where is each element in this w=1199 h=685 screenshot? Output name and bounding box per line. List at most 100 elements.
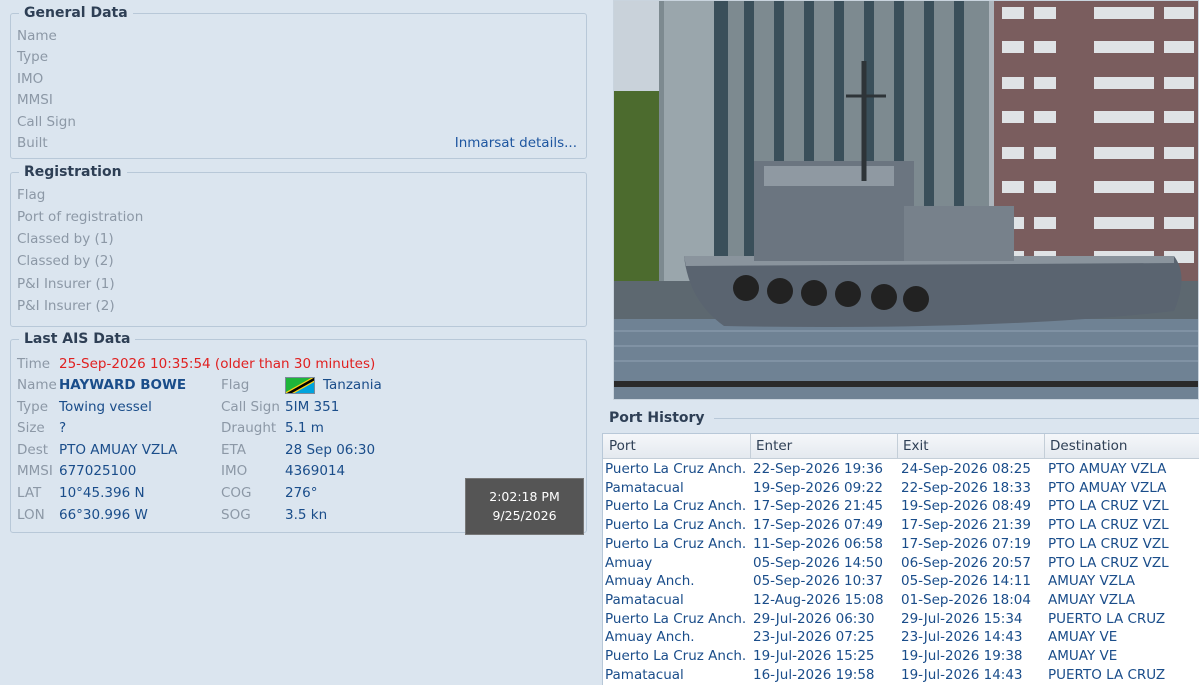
cell-port: Puerto La Cruz Anch. [605, 648, 747, 664]
ais-imo-value: 4369014 [285, 463, 346, 479]
table-row[interactable]: Puerto La Cruz Anch. 17-Sep-2026 07:49 17-… [603, 516, 1199, 535]
general-data-title: General Data [19, 5, 133, 21]
general-data-group: General Data Name Type IMO MMSI Call Sig… [10, 5, 587, 159]
cell-enter: 22-Sep-2026 19:36 [753, 461, 883, 477]
cell-destination: AMUAY VE [1048, 648, 1118, 664]
table-row[interactable]: Puerto La Cruz Anch. 19-Jul-2026 15:25 19-… [603, 647, 1199, 666]
ais-time-label: Time [17, 356, 51, 372]
name-label: Name [17, 28, 57, 44]
ais-sog-label: SOG [221, 507, 251, 523]
cell-port: Pamatacual [605, 591, 684, 608]
vessel-photo-drawing [614, 1, 1198, 399]
ais-callsign-value: 5IM 351 [285, 399, 340, 415]
pi-insurer-1-label: P&I Insurer (1) [17, 276, 115, 292]
table-row[interactable]: Puerto La Cruz Anch. 11-Sep-2026 06:58 17-… [603, 535, 1199, 554]
column-header-port[interactable]: Port [609, 438, 636, 454]
column-header-enter[interactable]: Enter [756, 438, 792, 454]
port-history-title: Port History [604, 410, 710, 426]
cell-port: Puerto La Cruz Anch. [605, 517, 747, 534]
cell-port: Pamatacual [605, 666, 684, 683]
cell-port: Pamatacual [605, 479, 684, 496]
registration-title: Registration [19, 164, 127, 180]
cell-exit: 19-Sep-2026 08:49 [901, 498, 1031, 515]
ais-flag-value: Tanzania [323, 377, 382, 393]
cell-exit: 19-Jul-2026 19:38 [901, 648, 1023, 664]
flag-label: Flag [17, 187, 46, 203]
column-header-destination[interactable]: Destination [1050, 438, 1127, 454]
ais-imo-label: IMO [221, 463, 248, 479]
vessel-photo[interactable] [613, 0, 1199, 400]
ais-name-label: Name [17, 377, 57, 393]
cell-destination: PTO LA CRUZ VZL [1048, 498, 1169, 515]
cell-destination: AMUAY VZLA [1048, 591, 1136, 608]
cell-port: Amuay [605, 554, 653, 571]
cell-enter: 17-Sep-2026 07:49 [753, 517, 883, 534]
ais-draught-label: Draught [221, 420, 277, 436]
table-row[interactable]: Pamatacual 12-Aug-2026 15:08 01-Sep-2026 1… [603, 591, 1199, 610]
classed-by-1-label: Classed by (1) [17, 231, 114, 247]
table-row[interactable]: Amuay Anch. 23-Jul-2026 07:25 23-Jul-2026 … [603, 628, 1199, 647]
inmarsat-details-link[interactable]: Inmarsat details... [455, 135, 577, 151]
table-row[interactable]: Amuay Anch. 05-Sep-2026 10:37 05-Sep-2026 … [603, 572, 1199, 591]
ais-callsign-label: Call Sign [221, 399, 280, 415]
vessel-details-panel: General Data Name Type IMO MMSI Call Sig… [0, 0, 596, 684]
table-row[interactable]: Pamatacual 16-Jul-2026 19:58 19-Jul-2026 1… [603, 666, 1199, 685]
cell-exit: 17-Sep-2026 21:39 [901, 517, 1031, 534]
cell-enter: 11-Sep-2026 06:58 [753, 535, 883, 552]
cell-enter: 23-Jul-2026 07:25 [753, 629, 875, 646]
port-history-header: Port Enter Exit Destination [603, 434, 1199, 459]
cell-enter: 05-Sep-2026 10:37 [753, 573, 883, 590]
column-header-exit[interactable]: Exit [903, 438, 929, 454]
ais-type-label: Type [17, 399, 49, 415]
call-sign-label: Call Sign [17, 114, 76, 130]
type-label: Type [17, 49, 49, 65]
cell-enter: 19-Jul-2026 15:25 [753, 648, 875, 664]
ais-size-label: Size [17, 420, 45, 436]
table-row[interactable]: Amuay 05-Sep-2026 14:50 06-Sep-2026 20:57 P… [603, 554, 1199, 573]
table-row[interactable]: Puerto La Cruz Anch. 22-Sep-2026 19:36 24-… [603, 460, 1199, 479]
mmsi-label: MMSI [17, 92, 53, 108]
cell-destination: AMUAY VZLA [1048, 573, 1136, 590]
ais-type-value: Towing vessel [59, 399, 152, 415]
cell-enter: 16-Jul-2026 19:58 [753, 666, 875, 683]
cell-destination: PUERTO LA CRUZ [1048, 610, 1166, 627]
cell-destination: PTO AMUAY VZLA [1048, 461, 1167, 477]
cell-port: Amuay Anch. [605, 629, 695, 646]
ais-dest-value: PTO AMUAY VZLA [59, 442, 178, 458]
tooltip-date: 9/25/2026 [492, 508, 557, 523]
last-ais-data-title: Last AIS Data [19, 331, 136, 347]
cell-port: Puerto La Cruz Anch. [605, 535, 747, 552]
cell-exit: 17-Sep-2026 07:19 [901, 535, 1031, 552]
table-row[interactable]: Pamatacual 19-Sep-2026 09:22 22-Sep-2026 1… [603, 479, 1199, 498]
ais-cog-label: COG [221, 485, 252, 501]
table-row[interactable]: Puerto La Cruz Anch. 29-Jul-2026 06:30 29-… [603, 610, 1199, 629]
ais-eta-label: ETA [221, 442, 246, 458]
media-and-history-panel: Port History Port Enter Exit Destination… [596, 0, 1199, 685]
pi-insurer-2-label: P&I Insurer (2) [17, 298, 115, 314]
built-label: Built [17, 135, 48, 151]
ais-mmsi-label: MMSI [17, 463, 53, 479]
cell-enter: 29-Jul-2026 06:30 [753, 610, 875, 627]
port-history-frame-line [714, 418, 1199, 419]
cell-destination: PUERTO LA CRUZ [1048, 666, 1166, 683]
ais-lat-value: 10°45.396 N [59, 485, 145, 501]
ais-draught-value: 5.1 m [285, 420, 324, 436]
timestamp-tooltip: 2:02:18 PM 9/25/2026 [465, 478, 584, 535]
cell-enter: 19-Sep-2026 09:22 [753, 479, 883, 496]
ais-lon-value: 66°30.996 W [59, 507, 148, 523]
ais-size-value: ? [59, 420, 67, 436]
cell-exit: 06-Sep-2026 20:57 [901, 554, 1031, 571]
ais-eta-value: 28 Sep 06:30 [285, 442, 376, 458]
cell-enter: 17-Sep-2026 21:45 [753, 498, 883, 515]
table-row[interactable]: Puerto La Cruz Anch. 17-Sep-2026 21:45 19-… [603, 497, 1199, 516]
cell-exit: 05-Sep-2026 14:11 [901, 573, 1031, 590]
cell-exit: 23-Jul-2026 14:43 [901, 629, 1023, 646]
cell-exit: 19-Jul-2026 14:43 [901, 666, 1023, 683]
ais-flag-label: Flag [221, 377, 250, 393]
port-history-table[interactable]: Port Enter Exit Destination Puerto La Cr… [602, 433, 1199, 685]
cell-exit: 01-Sep-2026 18:04 [901, 591, 1031, 608]
ais-name-value: HAYWARD BOWE [59, 377, 187, 393]
cell-exit: 24-Sep-2026 08:25 [901, 461, 1031, 477]
ais-lat-label: LAT [17, 485, 42, 501]
cell-destination: PTO AMUAY VZLA [1048, 479, 1167, 496]
